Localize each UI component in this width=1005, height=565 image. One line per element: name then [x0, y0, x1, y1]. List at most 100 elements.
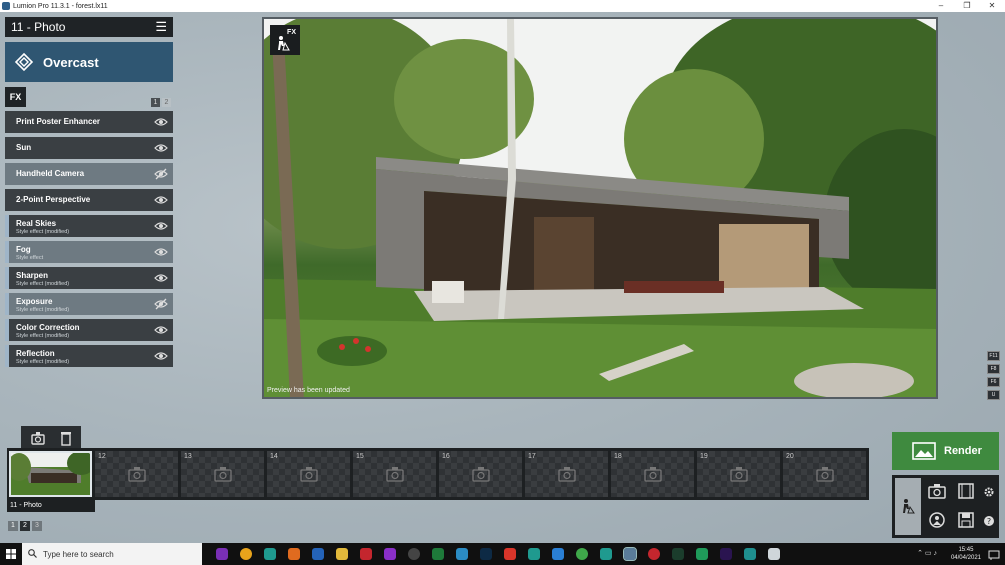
photo-slot[interactable]: 19 [697, 451, 780, 497]
excel-icon[interactable] [432, 548, 444, 560]
photo-slot[interactable]: 17 [525, 451, 608, 497]
eye-icon[interactable] [154, 142, 168, 154]
effect-row[interactable]: Sun [5, 137, 173, 159]
notifications-icon[interactable] [988, 548, 1000, 560]
eye-icon[interactable] [154, 220, 168, 232]
effect-row[interactable]: Fog Style effect [5, 241, 173, 263]
taskbar-app-icon[interactable] [504, 548, 516, 560]
camera-placeholder-icon [213, 466, 233, 482]
taskbar-app-icon[interactable] [744, 548, 756, 560]
photo-slot[interactable]: 20 [783, 451, 866, 497]
effect-row[interactable]: 2-Point Perspective [5, 189, 173, 211]
premiere-icon[interactable] [720, 548, 732, 560]
search-placeholder: Type here to search [43, 549, 114, 559]
effect-subtitle: Style effect [16, 255, 44, 261]
effect-row[interactable]: Handheld Camera [5, 163, 173, 185]
save-icon[interactable] [953, 507, 979, 533]
minimize-button[interactable]: – [928, 0, 954, 12]
system-tray-icons[interactable]: ⌃ ▭ ♪ [917, 549, 937, 557]
photo-slot-number: 15 [356, 453, 364, 460]
fx-toggle-button[interactable]: FX [270, 25, 300, 55]
scene-preview-image [264, 19, 936, 397]
photo-slot[interactable]: 16 [439, 451, 522, 497]
taskbar-app-icon[interactable] [768, 548, 780, 560]
svg-text:?: ? [987, 517, 991, 526]
photo-slot[interactable]: 15 [353, 451, 436, 497]
render-button[interactable]: Render [892, 432, 999, 470]
windows-taskbar: Type here to search ⌃ ▭ ♪ 15:45 04/04/20… [0, 543, 1005, 565]
photo-slot[interactable]: 12 [95, 451, 178, 497]
taskbar-app-icon[interactable] [528, 548, 540, 560]
lumion-app-icon [2, 2, 10, 10]
filmstrip-page-2[interactable]: 2 [20, 521, 30, 531]
style-preset-button[interactable]: Overcast [5, 42, 173, 82]
effect-row[interactable]: Exposure Style effect (modified) [5, 293, 173, 315]
panorama-mode-icon[interactable] [924, 507, 950, 533]
camera-mode-icon[interactable] [924, 478, 950, 504]
file-explorer-icon[interactable] [336, 548, 348, 560]
effect-row[interactable]: Sharpen Style effect (modified) [5, 267, 173, 289]
fx-tab[interactable]: FX [5, 87, 26, 107]
effect-row[interactable]: Real Skies Style effect (modified) [5, 215, 173, 237]
key-f6-button[interactable]: F6 [987, 377, 1000, 387]
taskbar-app-icon[interactable] [600, 548, 612, 560]
effect-name: Fog [16, 245, 31, 254]
eye-hidden-icon[interactable] [154, 298, 168, 310]
filmstrip-page-1[interactable]: 1 [8, 521, 18, 531]
photo-slot[interactable]: 18 [611, 451, 694, 497]
movie-mode-icon[interactable] [953, 478, 979, 504]
delete-photo-icon[interactable] [57, 429, 75, 447]
help-icon[interactable]: ? [983, 514, 995, 526]
effect-row[interactable]: Print Poster Enhancer [5, 111, 173, 133]
taskbar-app-icon[interactable] [312, 548, 324, 560]
eye-icon[interactable] [154, 246, 168, 258]
windows-start-icon[interactable] [0, 543, 22, 565]
eye-hidden-icon[interactable] [154, 168, 168, 180]
eye-icon[interactable] [154, 350, 168, 362]
photoshop-icon[interactable] [480, 548, 492, 560]
eye-icon[interactable] [154, 272, 168, 284]
taskbar-app-icon[interactable] [264, 548, 276, 560]
taskbar-clock[interactable]: 15:45 04/04/2021 [951, 546, 981, 562]
effects-page-2-button[interactable]: 2 [162, 98, 171, 107]
taskbar-app-icon[interactable] [696, 548, 708, 560]
key-f8-button[interactable]: F8 [987, 364, 1000, 374]
taskbar-search-input[interactable]: Type here to search [22, 543, 202, 565]
taskbar-app-icon[interactable] [552, 548, 564, 560]
photo-slot-active[interactable] [7, 451, 95, 497]
chrome-icon[interactable] [240, 548, 252, 560]
taskbar-app-icon[interactable] [408, 548, 420, 560]
effects-page-1-button[interactable]: 1 [151, 98, 160, 107]
filmstrip-page-3[interactable]: 3 [32, 521, 42, 531]
eye-icon[interactable] [154, 116, 168, 128]
eye-icon[interactable] [154, 194, 168, 206]
taskbar-app-icon[interactable] [648, 548, 660, 560]
photo-preview-viewport[interactable]: FX Preview has been updated [262, 17, 938, 399]
effect-row[interactable]: Color Correction Style effect (modified) [5, 319, 173, 341]
photo-mode-icon[interactable] [895, 478, 921, 535]
photo-slot[interactable]: 13 [181, 451, 264, 497]
close-button[interactable]: ✕ [979, 0, 1005, 12]
taskbar-app-icon[interactable] [288, 548, 300, 560]
title-bar: Lumion Pro 11.3.1 - forest.lx11 – ❐ ✕ [0, 0, 1005, 12]
taskbar-app-icon[interactable] [384, 548, 396, 560]
taskbar-app-icon[interactable] [360, 548, 372, 560]
photo-slot[interactable]: 14 [267, 451, 350, 497]
lumion-taskbar-icon[interactable] [623, 547, 637, 561]
key-u-button[interactable]: U [987, 390, 1000, 400]
photo-slot-number: 13 [184, 453, 192, 460]
taskbar-app-icon[interactable] [576, 548, 588, 560]
taskbar-app-icon[interactable] [216, 548, 228, 560]
maximize-button[interactable]: ❐ [954, 0, 980, 12]
audition-icon[interactable] [672, 548, 684, 560]
take-photo-icon[interactable] [29, 429, 47, 447]
photo-filmstrip: 12 13 14 15 16 17 18 19 20 [7, 448, 869, 500]
eye-icon[interactable] [154, 324, 168, 336]
taskbar-app-icon[interactable] [456, 548, 468, 560]
settings-gear-icon[interactable] [983, 485, 995, 497]
hamburger-menu-icon[interactable]: ☰ [155, 17, 167, 37]
camera-placeholder-icon [643, 466, 663, 482]
effect-row[interactable]: Reflection Style effect (modified) [5, 345, 173, 367]
key-f11-button[interactable]: F11 [987, 351, 1000, 361]
camera-placeholder-icon [729, 466, 749, 482]
